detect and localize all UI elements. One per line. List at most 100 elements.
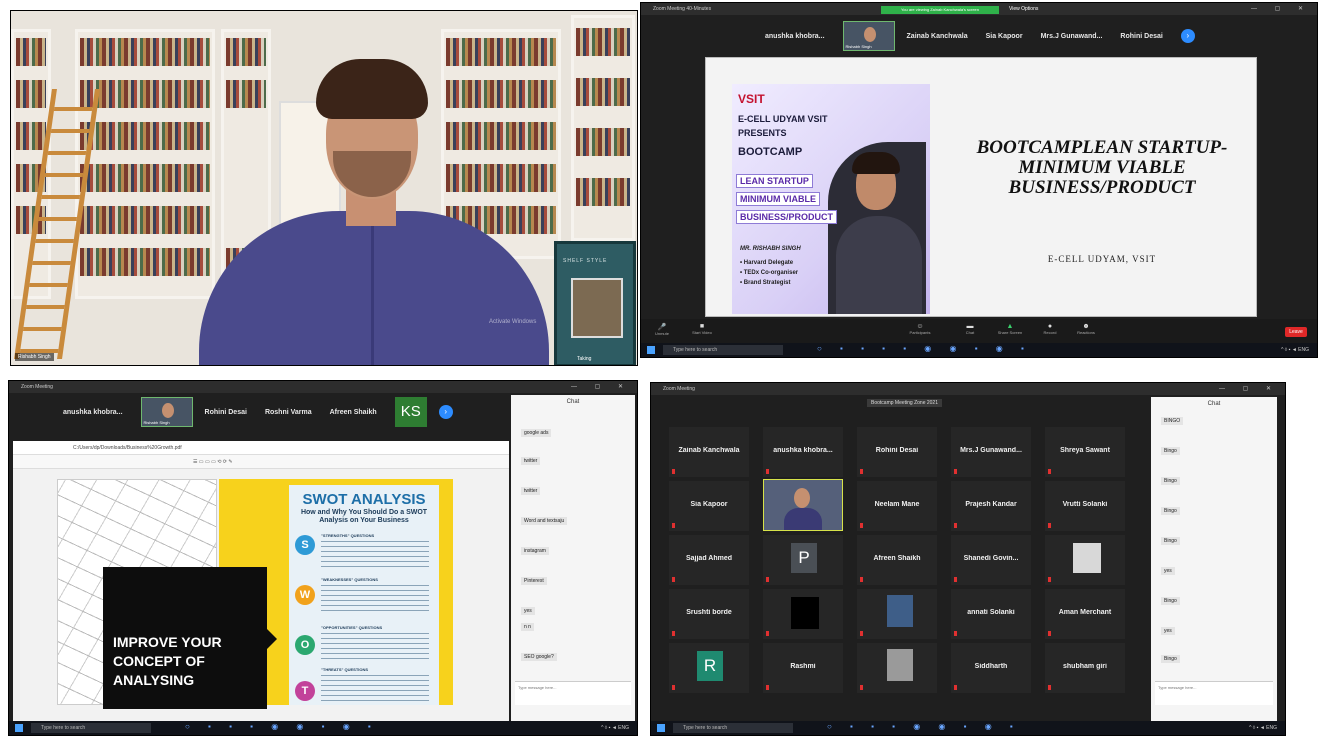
gallery-tile[interactable] bbox=[857, 643, 937, 693]
gallery-tile[interactable]: Sajjad Ahmed bbox=[669, 535, 749, 585]
participant-label[interactable]: Zainab Kanchwala bbox=[907, 33, 968, 40]
participant-label[interactable]: Roshni Varma bbox=[265, 409, 312, 416]
chat-title: Chat bbox=[1207, 401, 1221, 407]
speaker-photo bbox=[828, 142, 926, 314]
system-tray[interactable]: ^ ◊ ▪ ◄ ENG bbox=[601, 725, 629, 731]
slide-subtitle: E-CELL UDYAM, VSIT bbox=[1047, 254, 1157, 264]
windows-taskbar: Type here to search ○ ▪ ▪ ▪ ◉ ◉ ▪ ◉ ▪ ^ … bbox=[651, 721, 1285, 735]
start-video-button[interactable]: ■ Start Video bbox=[687, 323, 717, 335]
windows-start-icon[interactable] bbox=[657, 724, 665, 732]
gallery-tile[interactable]: Aman Merchant bbox=[1045, 589, 1125, 639]
chat-message: n n bbox=[521, 623, 534, 631]
system-tray[interactable]: ^ ◊ ▪ ◄ ENG bbox=[1249, 725, 1277, 731]
participant-label[interactable]: anushka khobra... bbox=[63, 409, 123, 416]
gallery-tile[interactable]: annati Solanki bbox=[951, 589, 1031, 639]
taskbar-app-icons[interactable]: ○ ▪ ▪ ▪ ◉ ◉ ▪ ◉ ▪ bbox=[827, 722, 1021, 731]
taskbar-search[interactable]: Type here to search bbox=[31, 723, 151, 733]
poster-title: SHELF STYLE bbox=[563, 258, 608, 264]
chat-message: Bingo bbox=[1161, 655, 1180, 663]
slide-line: BOOTCAMP bbox=[738, 146, 803, 158]
gallery-tile-video[interactable] bbox=[763, 479, 843, 531]
chat-input[interactable]: Type message here... bbox=[1155, 681, 1273, 705]
chat-title: Chat bbox=[566, 399, 580, 405]
chat-panel: Chat google ads twitter twitter Word and… bbox=[511, 395, 635, 723]
chat-input[interactable]: Type message here... bbox=[515, 681, 631, 705]
gallery-tile[interactable]: Neelam Mane bbox=[857, 481, 937, 531]
swot-question-head: "OPPORTUNITIES" QUESTIONS bbox=[321, 625, 383, 630]
next-page-icon[interactable]: › bbox=[1180, 29, 1195, 43]
gallery-tile[interactable] bbox=[857, 589, 937, 639]
swot-circle-s: S bbox=[295, 535, 315, 555]
participant-avatar[interactable]: KS bbox=[394, 397, 427, 427]
record-button[interactable]: ● Record bbox=[1035, 323, 1065, 335]
system-tray[interactable]: ^ ◊ ▪ ◄ ENG bbox=[1281, 347, 1309, 353]
gallery-tile[interactable]: Siddharth bbox=[951, 643, 1031, 693]
swot-subtitle: How and Why You Should Do a SWOT Analysi… bbox=[300, 509, 428, 524]
windows-taskbar: Type here to search ○ ▪ ▪ ▪ ▪ ◉ ◉ ▪ ◉ ▪ … bbox=[641, 343, 1317, 357]
window-controls[interactable]: — ▢ ✕ bbox=[1251, 5, 1311, 12]
gallery-tile[interactable] bbox=[1045, 535, 1125, 585]
participant-name-tag: Rishabh Singh bbox=[15, 353, 54, 361]
share-screen-button[interactable]: ▲ Share Screen bbox=[995, 323, 1025, 335]
participant-label[interactable]: anushka khobra... bbox=[765, 33, 825, 40]
callout-text: IMPROVE YOUR CONCEPT OF ANALYSING bbox=[113, 634, 222, 688]
address-bar[interactable]: C:/Users/dp/Downloads/Business%20Growth.… bbox=[13, 441, 509, 455]
gallery-tile[interactable]: Afreen Shaikh bbox=[857, 535, 937, 585]
chat-message: BINGO bbox=[1161, 417, 1184, 425]
gallery-tile[interactable]: P bbox=[763, 535, 843, 585]
shared-slide: VSIT E-CELL UDYAM VSIT PRESENTS BOOTCAMP… bbox=[705, 57, 1257, 317]
gallery-tile[interactable] bbox=[763, 589, 843, 639]
participant-label[interactable]: Afreen Shaikh bbox=[330, 409, 377, 416]
unmute-button[interactable]: 🎤 Unmute bbox=[647, 323, 677, 336]
zoom-gallery-panel: Zoom Meeting — ▢ ✕ Bootcamp Meeting Zone… bbox=[650, 382, 1286, 736]
taskbar-search[interactable]: Type here to search bbox=[673, 723, 793, 733]
swot-circle-o: O bbox=[295, 635, 315, 655]
gallery-tile[interactable]: shubham giri bbox=[1045, 643, 1125, 693]
gallery-tile[interactable]: Sia Kapoor bbox=[669, 481, 749, 531]
reactions-button[interactable]: ☻ Reactions bbox=[1071, 323, 1101, 335]
windows-start-icon[interactable] bbox=[15, 724, 23, 732]
taskbar-app-icons[interactable]: ○ ▪ ▪ ▪ ▪ ◉ ◉ ▪ ◉ ▪ bbox=[817, 344, 1032, 353]
wall-poster: SHELF STYLE Taking bbox=[554, 241, 636, 365]
gallery-tile[interactable]: Shreya Sawant bbox=[1045, 427, 1125, 477]
participant-label[interactable]: Rohini Desai bbox=[1120, 33, 1162, 40]
gallery-tile[interactable]: Zainab Kanchwala bbox=[669, 427, 749, 477]
pdf-viewer: C:/Users/dp/Downloads/Business%20Growth.… bbox=[13, 441, 509, 723]
windows-start-icon[interactable] bbox=[647, 346, 655, 354]
participant-label[interactable]: Sia Kapoor bbox=[986, 33, 1023, 40]
speaker-name: MR. RISHABH SINGH bbox=[740, 246, 801, 252]
taskbar-app-icons[interactable]: ○ ▪ ▪ ▪ ◉ ◉ ▪ ◉ ▪ bbox=[185, 722, 379, 731]
swot-question-head: "THREATS" QUESTIONS bbox=[321, 667, 369, 672]
participant-thumbnail[interactable]: Rishabh Singh bbox=[842, 21, 895, 51]
gallery-tile[interactable]: Srushti borde bbox=[669, 589, 749, 639]
windows-taskbar: Type here to search ○ ▪ ▪ ▪ ◉ ◉ ▪ ◉ ▪ ^ … bbox=[9, 721, 637, 735]
speaker-bullet: • TEDx Co-organiser bbox=[740, 270, 799, 276]
chat-message: Word and textsaju bbox=[521, 517, 568, 525]
gallery-tile[interactable]: R bbox=[669, 643, 749, 693]
swot-question-head: "WEAKNESSES" QUESTIONS bbox=[321, 577, 378, 582]
participant-label[interactable]: Mrs.J Gunawand... bbox=[1041, 33, 1103, 40]
view-options-button[interactable]: View Options bbox=[1009, 6, 1059, 14]
pdf-toolbar[interactable]: ☰ ▭ ▭ ▭ ⟲ ⟳ ✎ bbox=[13, 455, 509, 469]
gallery-tile[interactable]: Prajesh Kandar bbox=[951, 481, 1031, 531]
gallery-tile[interactable]: Shanedi Govin... bbox=[951, 535, 1031, 585]
gallery-tile[interactable]: Mrs.J Gunawand... bbox=[951, 427, 1031, 477]
chat-message: Bingo bbox=[1161, 477, 1180, 485]
gallery-tile[interactable]: Rohini Desai bbox=[857, 427, 937, 477]
window-controls[interactable]: — ▢ ✕ bbox=[1219, 385, 1279, 392]
bookshelf bbox=[75, 29, 215, 299]
gallery-tile[interactable]: Vrutti Solanki bbox=[1045, 481, 1125, 531]
slide-callout: IMPROVE YOUR CONCEPT OF ANALYSING bbox=[103, 567, 277, 709]
next-page-icon[interactable]: › bbox=[438, 405, 453, 419]
participants-button[interactable]: ☺ Participants bbox=[905, 323, 935, 335]
gallery-tile[interactable]: Rashmi bbox=[763, 643, 843, 693]
participant-strip: anushka khobra... Rishabh Singh Rohini D… bbox=[63, 397, 453, 427]
participant-label[interactable]: Rohini Desai bbox=[205, 409, 247, 416]
taskbar-search[interactable]: Type here to search bbox=[663, 345, 783, 355]
window-controls[interactable]: — ▢ ✕ bbox=[571, 383, 631, 390]
chat-button[interactable]: ▬ Chat bbox=[955, 323, 985, 335]
chat-panel: Chat BINGO Bingo Bingo Bingo Bingo yes B… bbox=[1151, 397, 1277, 723]
participant-thumbnail[interactable]: Rishabh Singh bbox=[140, 397, 193, 427]
leave-button[interactable]: Leave bbox=[1285, 327, 1307, 337]
gallery-tile[interactable]: anushka khobra... bbox=[763, 427, 843, 477]
